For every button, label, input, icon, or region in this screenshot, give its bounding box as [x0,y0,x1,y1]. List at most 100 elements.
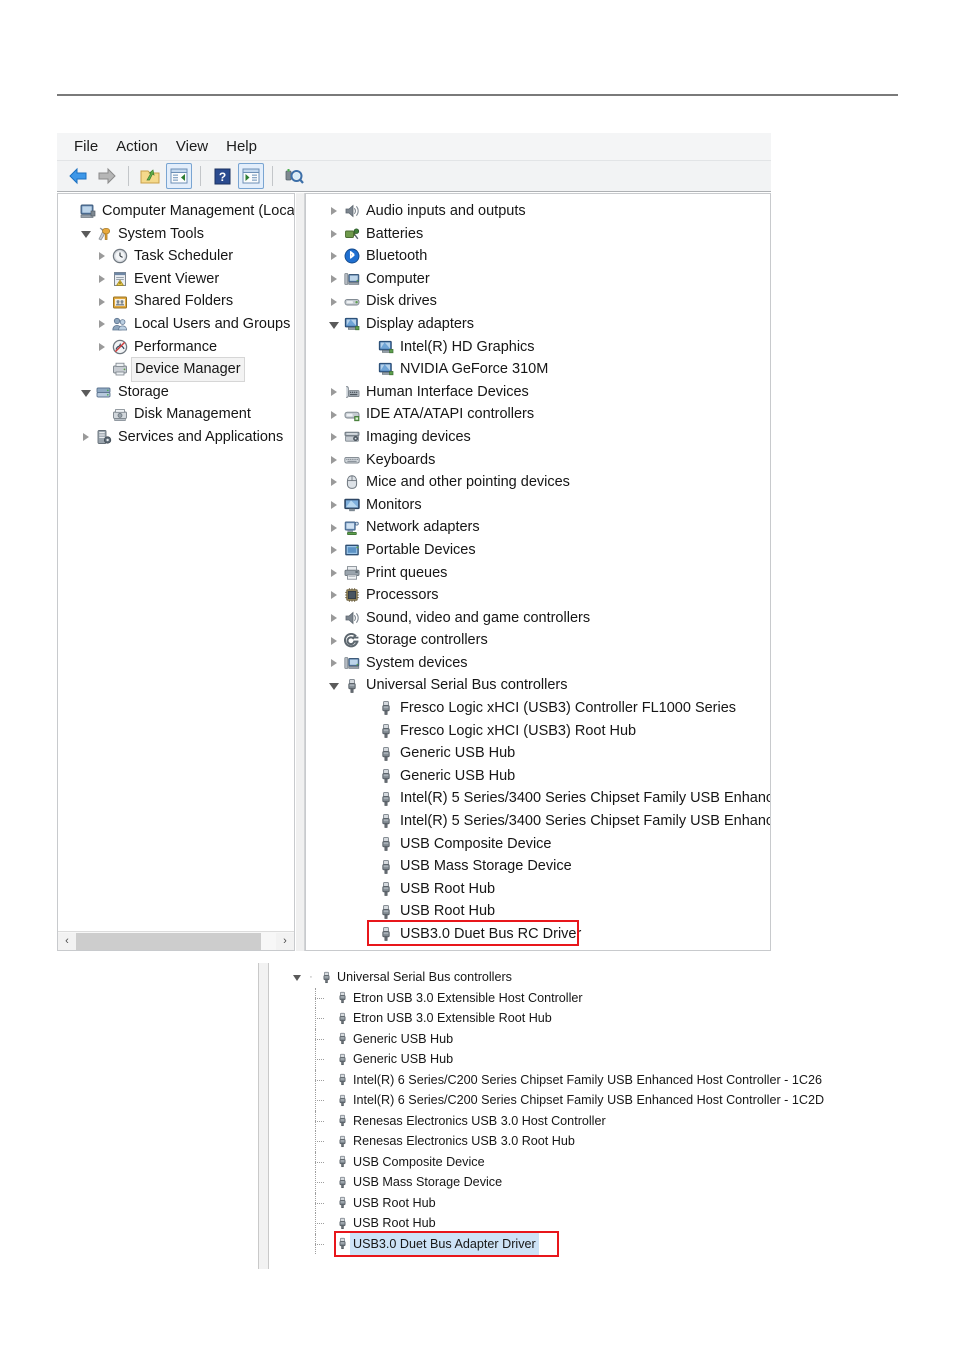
up-folder-icon[interactable] [137,163,163,189]
device-tree-item[interactable]: Disk drives [306,290,770,313]
expander-expanded-icon[interactable] [78,229,94,239]
expander-collapsed-icon[interactable] [326,410,342,419]
device-tree-item[interactable]: Print queues [306,562,770,585]
expander-collapsed-icon[interactable] [78,433,94,442]
lower-device-tree-item[interactable]: Etron USB 3.0 Extensible Host Controller [274,987,824,1009]
device-tree-item[interactable]: Fresco Logic xHCI (USB3) Root Hub [306,720,770,743]
device-tree-item[interactable]: System devices [306,652,770,675]
device-tree-item[interactable]: Sound, video and game controllers [306,607,770,630]
lower-device-tree-item[interactable]: USB Composite Device [274,1151,824,1173]
lower-device-tree-item[interactable]: Etron USB 3.0 Extensible Root Hub [274,1008,824,1029]
device-tree-item[interactable]: Computer [306,268,770,291]
tree-item-computer-management[interactable]: Computer Management (Local [58,200,294,223]
back-arrow-icon[interactable] [65,163,91,189]
device-tree-item[interactable]: Keyboards [306,449,770,472]
device-tree-item[interactable]: USB3.0 Duet Bus RC Driver [306,923,770,946]
device-tree-item[interactable]: Network adapters [306,516,770,539]
device-tree-item[interactable]: USB Mass Storage Device [306,855,770,878]
expander-collapsed-icon[interactable] [326,478,342,487]
device-tree-item[interactable]: Batteries [306,223,770,246]
expander-collapsed-icon[interactable] [326,455,342,464]
device-tree-item[interactable]: NVIDIA GeForce 310M [306,358,770,381]
lower-device-tree-item[interactable]: Intel(R) 6 Series/C200 Series Chipset Fa… [274,1069,824,1091]
help-icon[interactable]: ? [209,163,235,189]
tree-item-local-users-and-groups[interactable]: Local Users and Groups [58,313,294,336]
expander-collapsed-icon[interactable] [326,591,342,600]
device-tree-item[interactable]: Generic USB Hub [306,742,770,765]
device-tree-item[interactable]: Intel(R) 5 Series/3400 Series Chipset Fa… [306,810,770,833]
device-tree-item[interactable]: Processors [306,584,770,607]
device-tree-item[interactable]: Fresco Logic xHCI (USB3) Controller FL10… [306,697,770,720]
expander-collapsed-icon[interactable] [326,613,342,622]
device-tree-item[interactable]: Bluetooth [306,245,770,268]
expander-collapsed-icon[interactable] [326,568,342,577]
device-tree-item[interactable]: Human Interface Devices [306,381,770,404]
expander-collapsed-icon[interactable] [326,252,342,261]
expander-collapsed-icon[interactable] [326,659,342,668]
console-tree-pane[interactable]: Computer Management (Local System Tools [57,193,295,951]
device-tree-item[interactable]: Display adapters [306,313,770,336]
expander-collapsed-icon[interactable] [326,275,342,284]
tree-item-task-scheduler[interactable]: Task Scheduler [58,245,294,268]
device-tree-item[interactable]: Generic USB Hub [306,765,770,788]
lower-device-tree-item[interactable]: · Universal Serial Bus controllers [274,967,824,988]
expander-collapsed-icon[interactable] [94,275,110,284]
expander-expanded-icon[interactable] [326,320,342,329]
tree-item-event-viewer[interactable]: Event Viewer [58,268,294,291]
scan-hardware-changes-icon[interactable] [281,163,307,189]
device-tree-item[interactable]: USB Composite Device [306,833,770,856]
expander-expanded-icon[interactable] [326,681,342,691]
forward-arrow-icon[interactable] [94,163,120,189]
lower-device-tree-item[interactable]: USB3.0 Duet Bus Adapter Driver [274,1232,824,1255]
device-tree-item[interactable]: Intel(R) 5 Series/3400 Series Chipset Fa… [306,787,770,810]
device-tree-item[interactable]: Storage controllers [306,629,770,652]
expander-collapsed-icon[interactable] [94,342,110,351]
expander-collapsed-icon[interactable] [326,546,342,555]
device-tree-item[interactable]: Audio inputs and outputs [306,200,770,223]
expander-collapsed-icon[interactable] [326,523,342,532]
scroll-right-arrow-icon[interactable]: › [276,932,294,950]
sidebar-item-device-manager[interactable]: Device Manager [58,357,294,382]
device-tree-item[interactable]: IDE ATA/ATAPI controllers [306,403,770,426]
menu-action[interactable]: Action [107,136,167,157]
expander-collapsed-icon[interactable] [326,207,342,216]
device-tree-item[interactable]: Universal Serial Bus controllers [306,674,770,697]
lower-device-tree-item[interactable]: Intel(R) 6 Series/C200 Series Chipset Fa… [274,1090,824,1111]
menu-help[interactable]: Help [217,136,266,157]
expander-collapsed-icon[interactable] [94,252,110,261]
lower-device-tree-item[interactable]: USB Root Hub [274,1213,824,1234]
properties-icon[interactable] [238,163,264,189]
tree-item-services-and-applications[interactable]: Services and Applications [58,426,294,449]
expander-collapsed-icon[interactable] [326,636,342,645]
expander-collapsed-icon[interactable] [326,297,342,306]
expander-expanded-icon[interactable] [290,973,304,982]
lower-device-tree-item[interactable]: Renesas Electronics USB 3.0 Host Control… [274,1110,824,1132]
device-tree-item[interactable]: Mice and other pointing devices [306,471,770,494]
lower-device-tree-item[interactable]: USB Mass Storage Device [274,1172,824,1193]
expander-collapsed-icon[interactable] [94,297,110,306]
device-tree-item[interactable]: Monitors [306,494,770,517]
lower-device-tree-item[interactable]: Generic USB Hub [274,1028,824,1050]
console-tree-horizontal-scrollbar[interactable]: ‹ › [58,931,294,950]
expander-expanded-icon[interactable] [78,388,94,397]
tree-item-shared-folders[interactable]: Shared Folders [58,290,294,313]
expander-collapsed-icon[interactable] [326,501,342,510]
expander-collapsed-icon[interactable] [94,320,110,329]
expander-collapsed-icon[interactable] [326,433,342,442]
expander-collapsed-icon[interactable] [326,229,342,238]
lower-device-tree-item[interactable]: Renesas Electronics USB 3.0 Root Hub [274,1131,824,1152]
tree-item-storage[interactable]: Storage [58,381,294,404]
lower-pane-splitter[interactable] [258,963,269,1269]
device-tree-item[interactable]: USB Root Hub [306,878,770,901]
tree-item-performance[interactable]: Performance [58,336,294,359]
pane-splitter[interactable] [295,193,305,951]
tree-item-system-tools[interactable]: System Tools [58,223,294,246]
device-tree-item[interactable]: Portable Devices [306,539,770,562]
tree-item-disk-management[interactable]: Disk Management [58,403,294,426]
lower-device-tree-item[interactable]: Generic USB Hub [274,1049,824,1070]
device-tree-item[interactable]: Intel(R) HD Graphics [306,336,770,359]
show-hide-console-tree-icon[interactable] [166,163,192,189]
scrollbar-track[interactable] [261,932,276,950]
scrollbar-thumb[interactable] [76,932,261,950]
lower-device-tree-item[interactable]: USB Root Hub [274,1192,824,1214]
